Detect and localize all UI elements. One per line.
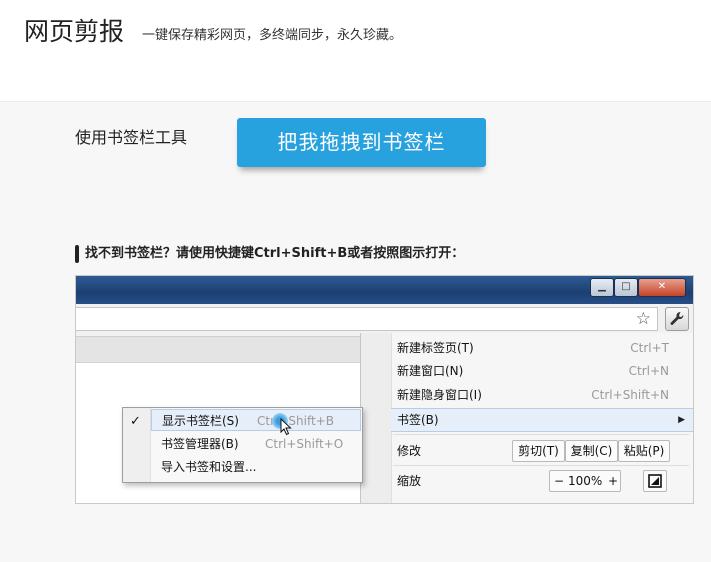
copy-button[interactable]: 复制(C) xyxy=(565,440,618,462)
submenu-item-shortcut: Ctrl+Shift+O xyxy=(265,437,344,451)
menu-item-shortcut: Ctrl+T xyxy=(630,341,669,355)
star-icon[interactable]: ☆ xyxy=(636,309,651,329)
bookmarks-submenu: ✓ 显示书签栏(S) Ctrl+Shift+B 书签管理器(B) Ctrl+Sh… xyxy=(122,407,363,483)
menu-item-bookmarks[interactable]: 书签(B) ▶ xyxy=(391,408,693,432)
zoom-control: − 100% + xyxy=(549,470,621,492)
submenu-item-label: 显示书签栏(S) xyxy=(162,414,239,428)
zoom-in-button[interactable]: + xyxy=(608,471,618,491)
maximize-button[interactable]: □ xyxy=(614,278,638,297)
submenu-item-import[interactable]: 导入书签和设置... xyxy=(161,456,361,478)
window-titlebar: ▁ □ ✕ xyxy=(76,276,693,304)
zoom-label: 缩放 xyxy=(397,474,422,488)
header: 网页剪报 一键保存精彩网页，多终端同步，永久珍藏。 xyxy=(0,0,711,102)
fullscreen-icon xyxy=(648,474,662,488)
menu-item-shortcut: Ctrl+Shift+N xyxy=(591,388,669,402)
submenu-item-shortcut: Ctrl+Shift+B xyxy=(257,414,334,428)
submenu-item-label: 导入书签和设置... xyxy=(161,460,257,474)
site-slogan: 一键保存精彩网页，多终端同步，永久珍藏。 xyxy=(142,28,403,43)
menu-item-shortcut: Ctrl+N xyxy=(628,364,669,378)
menu-item-new-tab[interactable]: 新建标签页(T) Ctrl+T xyxy=(397,338,689,358)
paste-button[interactable]: 粘贴(P) xyxy=(618,440,670,462)
site-title: 网页剪报 xyxy=(24,17,125,46)
menu-item-label: 新建隐身窗口(I) xyxy=(397,388,482,402)
submenu-item-bookmark-manager[interactable]: 书签管理器(B) Ctrl+Shift+O xyxy=(161,433,361,455)
bookmarklet-drag-button[interactable]: 把我拖拽到书签栏 xyxy=(237,118,486,167)
edit-label: 修改 xyxy=(397,444,422,458)
hint: 找不到书签栏？请使用快捷键Ctrl+Shift+B或者按照图示打开： xyxy=(75,244,464,264)
menu-item-label: 新建窗口(N) xyxy=(397,364,464,378)
hint-marker xyxy=(75,245,79,263)
zoom-value: 100% xyxy=(568,474,603,488)
menu-item-new-incognito[interactable]: 新建隐身窗口(I) Ctrl+Shift+N xyxy=(397,385,689,405)
cut-button[interactable]: 剪切(T) xyxy=(512,440,565,462)
fullscreen-button[interactable] xyxy=(643,470,667,492)
hint-text: 找不到书签栏？请使用快捷键Ctrl+Shift+B或者按照图示打开： xyxy=(85,246,465,261)
menu-item-new-window[interactable]: 新建窗口(N) Ctrl+N xyxy=(397,361,689,381)
menu-separator xyxy=(393,434,689,435)
zoom-out-button[interactable]: − xyxy=(554,471,564,491)
wrench-menu-button[interactable] xyxy=(665,307,689,331)
submenu-item-show-bookmarks-bar[interactable]: 显示书签栏(S) Ctrl+Shift+B xyxy=(151,409,361,436)
menu-gutter xyxy=(361,333,392,503)
menu-row-zoom: 缩放 − 100% + xyxy=(397,469,689,493)
wrench-icon xyxy=(670,312,684,325)
address-bar[interactable]: ☆ xyxy=(76,307,658,331)
menu-item-label: 新建标签页(T) xyxy=(397,341,474,355)
page-area-strip xyxy=(76,337,360,363)
menu-separator xyxy=(393,465,689,466)
close-button[interactable]: ✕ xyxy=(638,278,686,297)
menu-item-label: 书签(B) xyxy=(397,413,439,427)
browser-menu: 新建标签页(T) Ctrl+T 新建窗口(N) Ctrl+N 新建隐身窗口(I)… xyxy=(360,333,693,503)
submenu-item-label: 书签管理器(B) xyxy=(161,437,239,451)
submenu-arrow-icon: ▶ xyxy=(678,415,685,425)
check-icon: ✓ xyxy=(130,414,141,429)
menu-row-edit: 修改 剪切(T) 复制(C) 粘贴(P) xyxy=(397,439,689,463)
bookmark-tool-label: 使用书签栏工具 xyxy=(75,128,188,147)
minimize-button[interactable]: ▁ xyxy=(590,278,614,297)
